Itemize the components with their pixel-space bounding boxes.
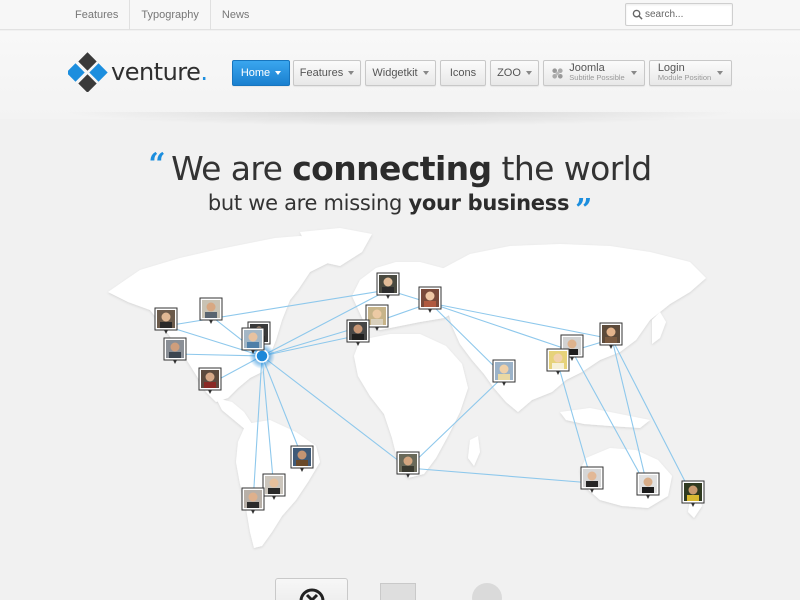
madagascar-shape xyxy=(468,436,480,466)
avatar-pin[interactable] xyxy=(376,272,400,299)
avatar-pin[interactable] xyxy=(636,472,660,499)
nav-login-label: Login xyxy=(657,62,685,74)
nav-icons-label: Icons xyxy=(449,67,477,79)
nav-joomla-label: Joomla xyxy=(569,62,605,74)
nav-zoo-label: ZOO xyxy=(497,67,521,79)
avatar-pin[interactable] xyxy=(346,319,370,346)
nav-widgetkit-label: Widgetkit xyxy=(372,67,418,79)
continents xyxy=(108,228,706,548)
caret-down-icon xyxy=(422,71,429,75)
top-utility-bar: Features Typography News xyxy=(0,0,800,30)
top-link-typography[interactable]: Typography xyxy=(130,0,211,30)
avatar-pin[interactable] xyxy=(418,286,442,313)
feature-tab-download[interactable] xyxy=(275,578,348,600)
asia-shape xyxy=(440,244,706,412)
avatar-pin[interactable] xyxy=(546,348,570,375)
top-menu: Features Typography News xyxy=(64,0,260,30)
joomla-icon xyxy=(552,67,563,79)
top-link-news[interactable]: News xyxy=(211,0,261,30)
caret-down-icon xyxy=(630,71,637,75)
open-quote-icon: “ xyxy=(148,147,166,182)
search-box[interactable] xyxy=(625,3,733,26)
close-quote-icon: ” xyxy=(575,193,593,228)
world-network-map xyxy=(108,228,706,548)
nav-zoo[interactable]: ZOO xyxy=(490,60,539,86)
nav-joomla-subtitle: Subtitle Possible xyxy=(569,73,625,82)
nav-login[interactable]: Login Module Position xyxy=(649,60,732,86)
north-america-shape xyxy=(108,236,352,402)
subheadline-text: but we are missing xyxy=(207,191,409,215)
avatar-pin[interactable] xyxy=(241,327,265,354)
avatar-pin[interactable] xyxy=(199,297,223,324)
feature-tab-square-icon[interactable] xyxy=(380,583,416,600)
feature-tab-circle-icon[interactable] xyxy=(472,583,502,600)
avatar-pin[interactable] xyxy=(681,480,705,507)
site-logo[interactable]: venture. xyxy=(68,52,208,92)
headline-text-bold: connecting xyxy=(292,149,492,188)
nav-icons[interactable]: Icons xyxy=(440,60,486,86)
avatar-pin[interactable] xyxy=(580,466,604,493)
download-icon xyxy=(299,588,325,600)
caret-down-icon xyxy=(275,71,282,75)
search-input[interactable] xyxy=(645,6,729,23)
headline-text-c: the world xyxy=(491,149,652,188)
nav-features-label: Features xyxy=(299,67,344,79)
nav-home-label: Home xyxy=(240,67,271,79)
nav-joomla[interactable]: Joomla Subtitle Possible xyxy=(543,60,645,86)
nav-widgetkit[interactable]: Widgetkit xyxy=(365,60,436,86)
nav-login-subtitle: Module Position xyxy=(657,73,712,82)
headline-text-a: We are xyxy=(171,149,293,188)
avatar-pin[interactable] xyxy=(198,367,222,394)
headline-line-1: “We are connecting the world xyxy=(0,143,800,191)
avatar-pin[interactable] xyxy=(599,322,623,349)
nav-joomla-text: Joomla Subtitle Possible xyxy=(569,63,624,83)
avatar-pin[interactable] xyxy=(154,307,178,334)
avatar-pin[interactable] xyxy=(163,337,187,364)
nav-home[interactable]: Home xyxy=(232,60,290,86)
avatar-pin[interactable] xyxy=(262,473,286,500)
subheadline-bold: your business xyxy=(408,191,570,215)
avatar-pin[interactable] xyxy=(241,487,265,514)
caret-down-icon xyxy=(348,71,355,75)
caret-down-icon xyxy=(717,71,724,75)
logo-text: venture. xyxy=(111,58,208,86)
caret-down-icon xyxy=(525,71,532,75)
search-icon xyxy=(632,9,643,20)
logo-mark-icon xyxy=(68,52,108,92)
japan-shape xyxy=(652,312,666,344)
headline-line-2: but we are missing your business” xyxy=(0,189,800,228)
avatar-pin[interactable] xyxy=(290,445,314,472)
hero-headline: “We are connecting the world but we are … xyxy=(0,143,800,228)
avatar-pin[interactable] xyxy=(492,359,516,386)
avatar-pin[interactable] xyxy=(396,451,420,478)
nav-features[interactable]: Features xyxy=(293,60,361,86)
nav-login-text: Login Module Position xyxy=(658,63,711,83)
top-link-features[interactable]: Features xyxy=(64,0,131,30)
header-shadow xyxy=(60,112,740,126)
